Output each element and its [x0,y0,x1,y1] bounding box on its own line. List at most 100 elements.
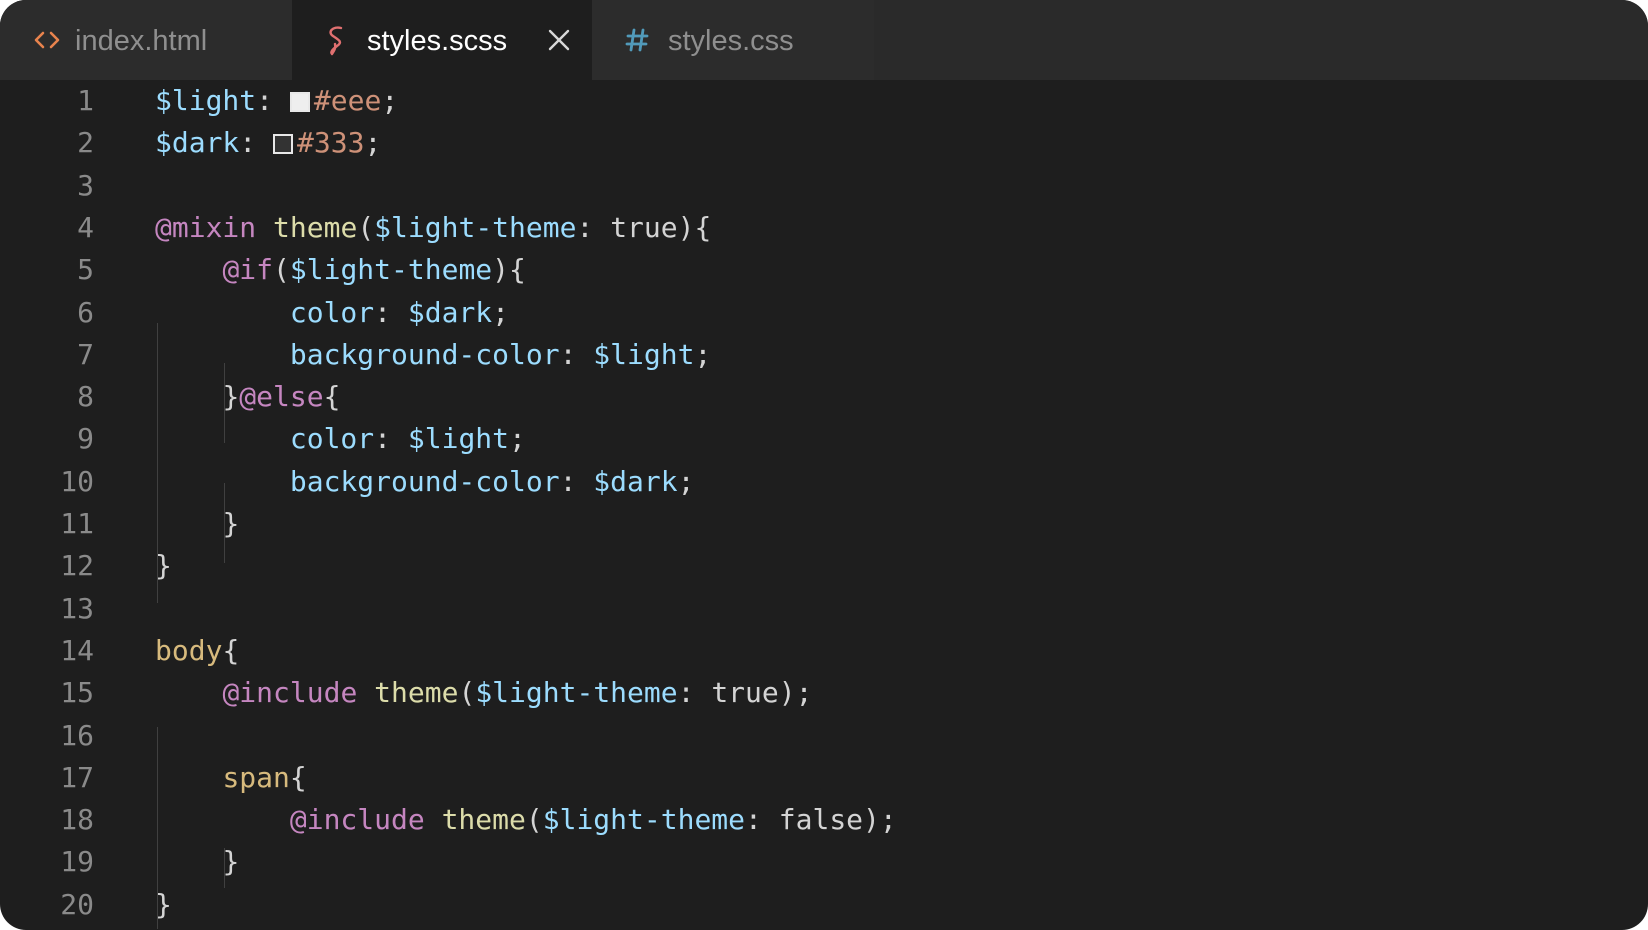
code-token: true [711,676,779,710]
code-token: ; [492,295,510,329]
code-token: { [289,760,307,794]
code-token: { [222,633,240,667]
line-number: 6 [77,295,94,329]
color-swatch[interactable] [289,92,310,112]
tab-styles-scss[interactable]: styles.scss [292,0,592,80]
line-number: 15 [60,676,94,710]
sass-icon [322,24,352,56]
code-text: } [155,503,239,545]
code-line[interactable]: 19 } [0,841,1648,883]
code-token: ( [273,253,290,287]
code-token: : [677,676,712,710]
code-token: : [559,337,594,371]
code-token: $dark [593,464,678,498]
code-token: $light-theme [289,253,493,287]
code-line[interactable]: 8 }@else{ [0,376,1648,418]
code-token: background-color [289,464,560,498]
tab-index-html[interactable]: index.html [0,0,292,80]
code-text: }@else{ [155,376,340,418]
code-line[interactable]: 20} [0,884,1648,926]
code-text: } [155,545,172,587]
tab-label: styles.scss [367,25,508,57]
code-line[interactable]: 7 background-color: $light; [0,334,1648,376]
code-line[interactable]: 3 [0,165,1648,207]
code-token: #333 [297,126,365,160]
code-token: : [239,126,274,160]
line-number: 12 [60,549,94,583]
line-number: 11 [60,507,94,540]
code-line[interactable]: 13 [0,588,1648,630]
code-token: : [374,295,408,329]
code-editor[interactable]: 1 $light: #eee; 2 $dark: #333; 3 4 @mixin them… [0,80,1648,930]
code-line[interactable]: 14 body{ [0,630,1648,672]
line-number: 3 [77,168,94,202]
code-token: @mixin [155,210,257,244]
code-brackets-icon [32,24,62,56]
code-line[interactable]: 6 color: $dark; [0,292,1648,334]
code-line[interactable]: 9 color: $light; [0,418,1648,460]
code-token: span [222,760,290,794]
code-line[interactable]: 4 @mixin theme($light-theme: true){ [0,207,1648,249]
code-token: ; [381,84,399,117]
code-line[interactable]: 12} [0,545,1648,587]
code-token: theme [374,676,459,710]
code-line[interactable]: 16 [0,715,1648,757]
line-number: 2 [77,126,94,160]
code-token: color [289,295,375,329]
close-icon[interactable] [546,27,572,53]
line-number: 9 [77,422,94,456]
code-token: : [256,84,290,117]
code-text: } [155,884,172,926]
code-token: theme [273,210,358,244]
code-editor-window: index.html styles.scss styles.css 1 $lig… [0,0,1648,930]
code-line[interactable]: 2 $dark: #333; [0,122,1648,164]
code-token: true [610,210,678,244]
code-text: span{ [155,757,307,799]
line-number: 10 [60,464,94,498]
code-line[interactable]: 11 } [0,503,1648,545]
code-token: background-color [289,337,560,371]
code-token: ); [778,676,813,710]
code-text: color: $light; [155,418,526,460]
code-token: body [155,633,223,667]
code-token: $light [593,337,695,371]
code-token: ( [458,676,476,710]
code-token: @else [239,380,324,414]
code-token: ; [364,126,382,160]
code-token: @include [222,676,358,710]
code-token: } [155,887,172,921]
code-text: @include theme($light-theme: true); [155,672,812,714]
line-number: 18 [60,803,94,837]
code-token: ( [357,210,375,244]
code-token: $dark [155,126,240,160]
code-token: $light-theme [374,210,577,244]
code-line[interactable]: 10 background-color: $dark; [0,461,1648,503]
code-token: ; [677,464,695,498]
code-token: $light [407,422,510,456]
line-number: 5 [77,253,94,287]
tab-styles-css[interactable]: styles.css [592,0,874,80]
code-line[interactable]: 5 @if($light-theme){ [0,249,1648,291]
code-token: ( [525,803,543,837]
line-number: 17 [60,760,94,794]
code-token: ; [694,337,712,371]
code-line[interactable]: 1 $light: #eee; [0,80,1648,122]
code-token: ; [509,422,526,456]
code-token: } [155,549,172,583]
code-token: : [745,803,779,837]
tab-label: index.html [75,25,208,57]
code-text: body{ [155,630,239,672]
code-line[interactable]: 15 @include theme($light-theme: true); [0,672,1648,714]
color-swatch[interactable] [273,134,294,155]
code-line[interactable]: 17 span{ [0,757,1648,799]
line-number: 19 [60,845,94,879]
code-line[interactable]: 18 @include theme($light-theme: false); [0,799,1648,841]
